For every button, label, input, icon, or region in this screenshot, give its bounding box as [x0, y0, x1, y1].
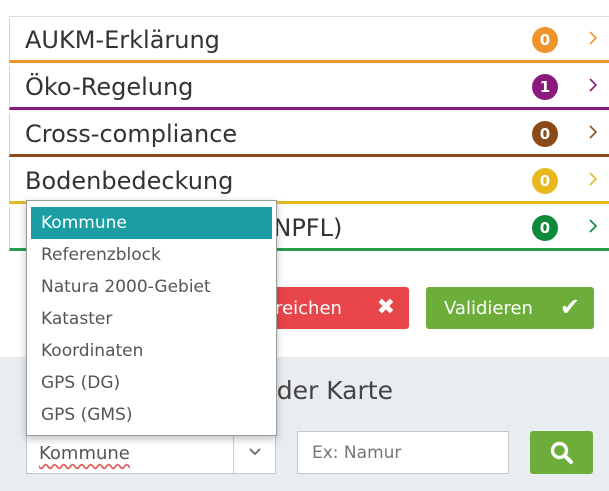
search-input[interactable]: [297, 431, 509, 474]
delete-button[interactable]: treichen ✖: [264, 287, 409, 329]
search-type-select[interactable]: Kommune: [26, 430, 276, 474]
validate-button-label: Validieren: [444, 297, 533, 319]
chevron-right-icon[interactable]: [588, 30, 598, 50]
category-row-cross-compliance[interactable]: Cross-compliance 0: [9, 113, 609, 157]
chevron-right-icon[interactable]: [588, 77, 598, 97]
section-title: f der Karte: [260, 376, 393, 405]
search-button[interactable]: [530, 431, 593, 474]
checkmark-icon: ✔: [559, 293, 580, 321]
dropdown-option-gps-dg[interactable]: GPS (DG): [31, 367, 272, 399]
count-badge: 1: [532, 73, 558, 100]
category-label: Bodenbedeckung: [25, 166, 234, 195]
category-row-bodenbedeckung[interactable]: Bodenbedeckung 0: [9, 160, 609, 204]
dropdown-option-natura-2000[interactable]: Natura 2000-Gebiet: [31, 271, 272, 303]
close-icon: ✖: [376, 295, 395, 320]
search-icon: [549, 440, 575, 470]
dropdown-option-kataster[interactable]: Kataster: [31, 303, 272, 335]
count-badge: 0: [532, 26, 558, 53]
category-row-aukm[interactable]: AUKM-Erklärung 0: [9, 19, 609, 63]
count-badge: 0: [532, 214, 558, 241]
delete-button-label: treichen: [268, 297, 342, 319]
count-badge: 0: [532, 120, 558, 147]
select-divider: [233, 431, 234, 473]
top-divider: [9, 16, 609, 17]
chevron-down-icon[interactable]: [247, 444, 263, 462]
count-badge: 0: [532, 167, 558, 194]
category-label: Cross-compliance: [25, 119, 238, 148]
search-type-dropdown: Kommune Referenzblock Natura 2000-Gebiet…: [26, 200, 277, 436]
dropdown-option-referenzblock[interactable]: Referenzblock: [31, 239, 272, 271]
chevron-right-icon[interactable]: [588, 171, 598, 191]
category-row-oko[interactable]: Öko-Regelung 1: [9, 66, 609, 110]
category-label: AUKM-Erklärung: [25, 25, 220, 54]
category-label: Öko-Regelung: [25, 72, 194, 101]
chevron-right-icon[interactable]: [588, 124, 598, 144]
dropdown-option-gps-gms[interactable]: GPS (GMS): [31, 399, 272, 431]
validate-button[interactable]: Validieren ✔: [426, 287, 594, 329]
chevron-right-icon[interactable]: [588, 218, 598, 238]
dropdown-option-kommune[interactable]: Kommune: [31, 207, 272, 239]
dropdown-option-koordinaten[interactable]: Koordinaten: [31, 335, 272, 367]
search-type-value: Kommune: [39, 443, 130, 464]
declaration-panel: AUKM-Erklärung 0 Öko-Regelung 1 Cross-co…: [0, 0, 609, 491]
